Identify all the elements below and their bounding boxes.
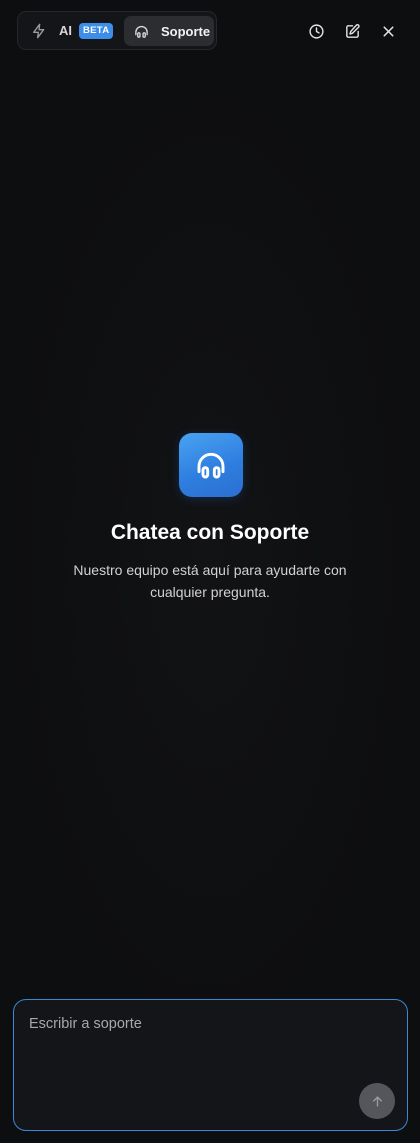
lightning-icon (33, 23, 45, 39)
close-icon (382, 25, 394, 37)
message-input[interactable] (27, 1014, 391, 1078)
new-chat-icon (345, 23, 360, 38)
tab-support-label: Soporte (161, 24, 211, 39)
support-logo (179, 433, 243, 497)
new-chat-button[interactable] (340, 19, 364, 43)
empty-state-subtitle: Nuestro equipo está aquí para ayudarte c… (73, 562, 347, 600)
tab-ai[interactable]: AI BETA (24, 16, 120, 46)
history-icon (308, 23, 324, 39)
arrow-up-icon (372, 1095, 382, 1107)
message-composer (13, 999, 408, 1131)
empty-state-title: Chatea con Soporte (110, 521, 310, 544)
headphones-icon (135, 25, 148, 38)
tab-ai-label: AI (59, 23, 72, 38)
send-button[interactable] (359, 1083, 395, 1119)
support-chat-panel: AI BETA Soporte Chatea con Soporte Nuest… (0, 0, 420, 1143)
beta-badge: BETA (79, 23, 114, 39)
close-button[interactable] (376, 19, 400, 43)
tab-support[interactable]: Soporte (124, 16, 214, 46)
mode-switch: AI BETA Soporte (17, 11, 217, 50)
headphones-icon (197, 452, 225, 479)
chat-header: AI BETA Soporte (0, 0, 420, 62)
history-button[interactable] (304, 19, 328, 43)
